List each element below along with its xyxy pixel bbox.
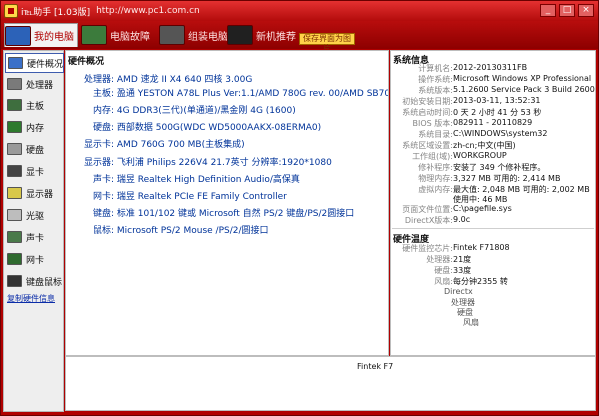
pc-case-icon xyxy=(159,25,185,45)
keyboard-info[interactable]: 键盘: 标准 101/102 键或 Microsoft 自然 PS/2 键盘/P… xyxy=(93,206,354,219)
mouse-info[interactable]: 鼠标: Microsoft PS/2 Mouse /PS/2/圆接口 xyxy=(93,223,269,236)
app-logo-icon xyxy=(4,4,18,18)
system-info-panel: 系统信息 计算机名: 2012-20130311FB 操作系统: Microsoft… xyxy=(390,50,596,356)
network-card-icon xyxy=(7,253,22,265)
graphics-card-icon xyxy=(7,165,22,177)
cpu-info[interactable]: 处理器: AMD 速龙 II X4 640 四核 3.00G xyxy=(84,72,252,85)
sidebar-item-sound[interactable]: 声卡 xyxy=(5,227,64,247)
website-url[interactable]: http://www.pc1.com.cn xyxy=(96,6,200,16)
window-title: i℡助手 [1.03版] xyxy=(21,7,91,18)
cpu-icon xyxy=(7,78,22,90)
memory-info[interactable]: 内存: 4G DDR3(三代)(单通道)/黑金刚 4G (1600) xyxy=(93,103,296,116)
sidebar-item-label: 网卡 xyxy=(26,255,45,266)
tab-my-computer[interactable]: 我的电脑 xyxy=(4,23,78,47)
sidebar-item-keyboard[interactable]: 键盘鼠标 xyxy=(5,271,64,291)
computer-icon xyxy=(8,57,23,69)
sidebar-item-label: 光驱 xyxy=(26,211,45,222)
sidebar-item-disk[interactable]: 硬盘 xyxy=(5,139,64,159)
sidebar-item-label: 主板 xyxy=(26,101,45,112)
sidebar-item-label: 键盘鼠标 xyxy=(26,277,63,288)
overlay-directx-label: Directx xyxy=(444,287,473,296)
sidebar-item-cpu[interactable]: 处理器 xyxy=(5,74,64,94)
sidebar-item-optical[interactable]: 光驱 xyxy=(5,205,64,225)
sidebar-item-gpu[interactable]: 显卡 xyxy=(5,161,64,181)
sound-info[interactable]: 声卡: 瑞昱 Realtek High Definition Audio/高保真 xyxy=(93,172,300,185)
page-title: 硬件概况 xyxy=(68,57,105,67)
network-info[interactable]: 网卡: 瑞昱 Realtek PCIe FE Family Controller xyxy=(93,189,287,202)
title-bar[interactable]: i℡助手 [1.03版] http://www.pc1.com.cn _ □ × xyxy=(1,1,598,21)
keyboard-icon xyxy=(7,275,22,287)
tab-label: 我的电脑 xyxy=(34,32,74,43)
sidebar-item-label: 内存 xyxy=(26,123,45,134)
sidebar-item-label: 处理器 xyxy=(26,80,54,91)
tab-label: 组装电脑 xyxy=(188,31,228,43)
tab-pc-fault[interactable]: 电脑故障 xyxy=(81,23,155,47)
tab-label: 新机推荐 xyxy=(256,31,296,43)
sidebar-item-label: 声卡 xyxy=(26,233,45,244)
sidebar-item-label: 硬盘 xyxy=(26,145,45,156)
bottom-panel: Fintek F7 xyxy=(65,356,596,411)
sidebar-item-label: 显示器 xyxy=(26,189,54,200)
close-button[interactable]: × xyxy=(578,4,594,17)
sidebar-item-network[interactable]: 网卡 xyxy=(5,249,64,269)
sidebar-item-motherboard[interactable]: 主板 xyxy=(5,95,64,115)
minimize-button[interactable]: _ xyxy=(540,4,556,17)
sidebar-item-memory[interactable]: 内存 xyxy=(5,117,64,137)
display-icon xyxy=(7,187,22,199)
sidebar-item-label: 显卡 xyxy=(26,167,45,178)
overlay-fan-label: 风扇 xyxy=(463,318,479,327)
window-controls: _ □ × xyxy=(540,4,594,17)
monitor-chip-label: Fintek F7 xyxy=(357,362,394,371)
sidebar-item-label: 硬件概况 xyxy=(27,59,64,70)
monitor-icon xyxy=(5,25,31,46)
tab-build-pc[interactable]: 组装电脑 xyxy=(159,23,233,47)
gpu-info[interactable]: 显示卡: AMD 760G 700 MB(主板集成) xyxy=(84,137,245,150)
sidebar-item-overview[interactable]: 硬件概况 xyxy=(5,53,64,73)
motherboard-info[interactable]: 主板: 盈通 YESTON A78L Plus Ver:1.1/AMD 780G… xyxy=(93,86,388,99)
repair-icon xyxy=(81,25,107,45)
hard-disk-icon xyxy=(7,143,22,155)
motherboard-icon xyxy=(7,99,22,111)
disk-info[interactable]: 硬盘: 西部数据 500G(WDC WD5000AAKX-08ERMA0) xyxy=(93,120,321,133)
ram-icon xyxy=(7,121,22,133)
tab-new-machine[interactable]: 新机推荐 xyxy=(227,23,299,47)
sidebar: 硬件概况 处理器 主板 内存 硬盘 显卡 显示器 光驱 声卡 网卡 键盘鼠标 复… xyxy=(3,50,64,412)
tab-label: 电脑故障 xyxy=(110,31,150,43)
sidebar-item-display[interactable]: 显示器 xyxy=(5,183,64,203)
laptop-icon xyxy=(227,25,253,45)
hardware-overview-panel: 硬件概况 处理器: AMD 速龙 II X4 640 四核 3.00G 主板: … xyxy=(65,50,389,356)
app-window: i℡助手 [1.03版] http://www.pc1.com.cn _ □ ×… xyxy=(0,0,599,416)
monitor-info[interactable]: 显示器: 飞利浦 Philips 226V4 21.7英寸 分辨率:1920*1… xyxy=(84,155,332,168)
divider xyxy=(392,228,594,229)
optical-drive-icon xyxy=(7,209,22,221)
copy-hardware-info-link[interactable]: 复制硬件信息 xyxy=(7,293,55,304)
sound-card-icon xyxy=(7,231,22,243)
maximize-button[interactable]: □ xyxy=(559,4,575,17)
save-screenshot-button[interactable]: 保存界面为图片 xyxy=(299,33,355,53)
